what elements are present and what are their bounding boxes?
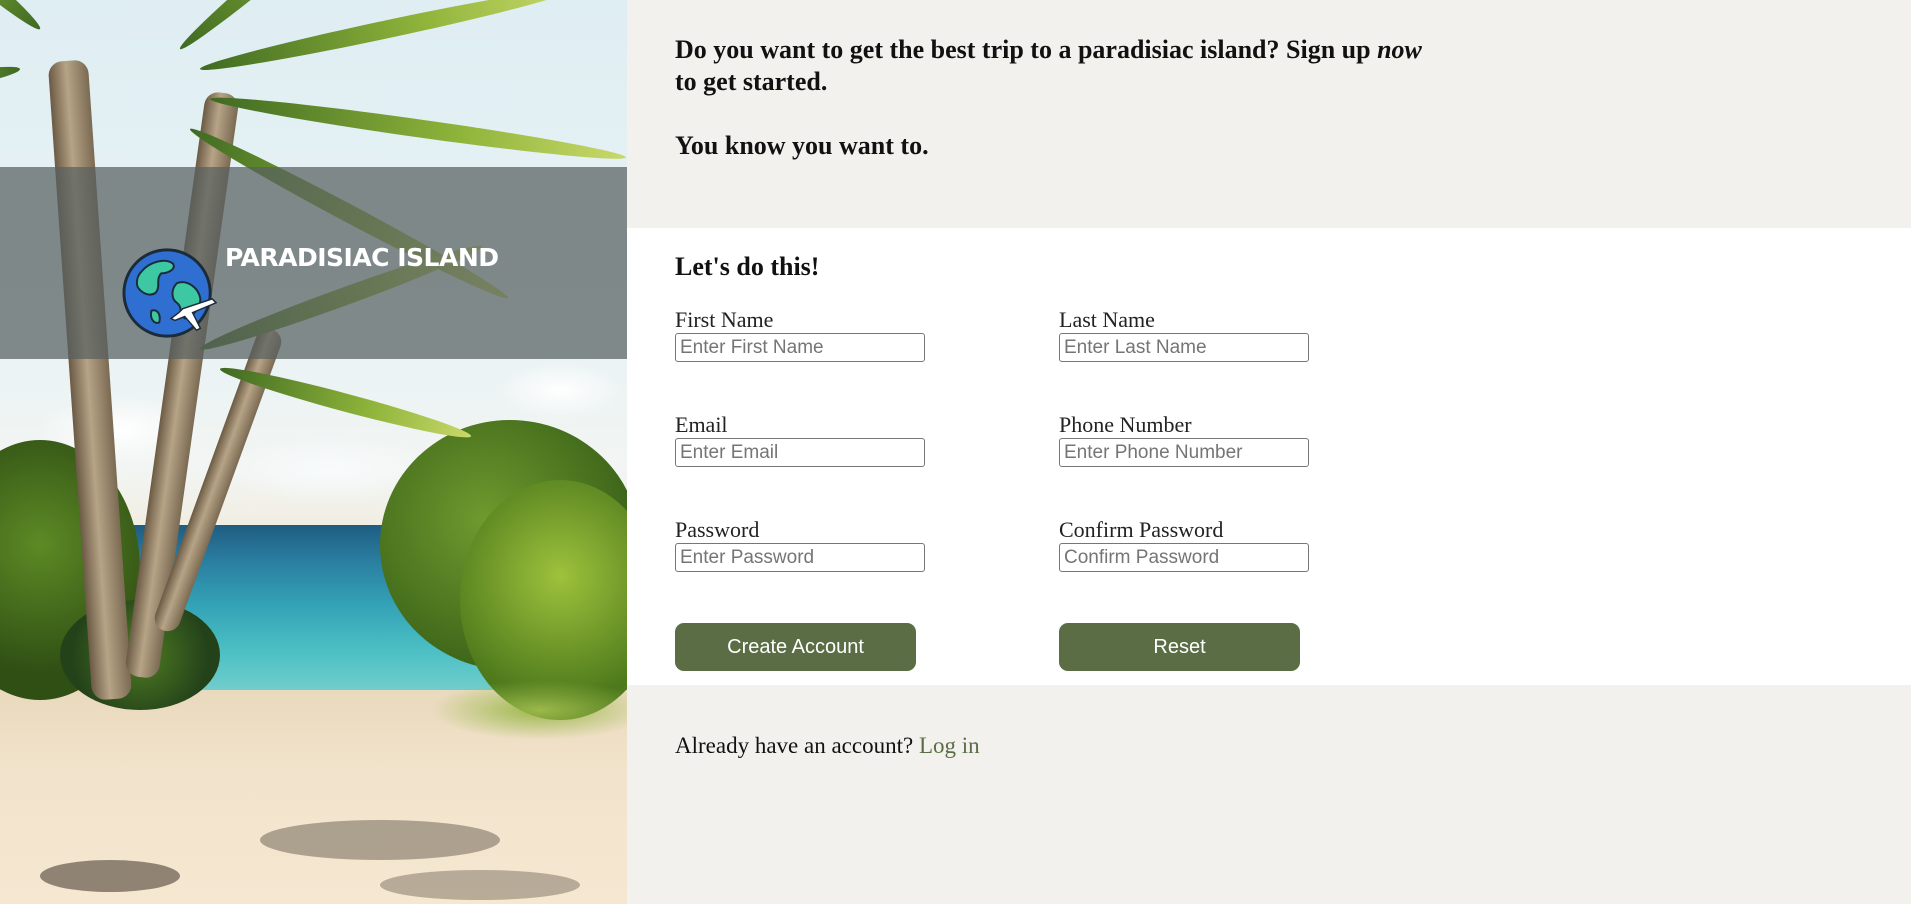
- confirm-password-input[interactable]: [1059, 543, 1309, 572]
- hero-image: PARADISIAC ISLAND: [0, 0, 627, 904]
- palm-frond: [208, 90, 627, 167]
- confirm-password-group: Confirm Password: [1059, 518, 1309, 572]
- first-name-group: First Name: [675, 308, 925, 362]
- phone-input[interactable]: [1059, 438, 1309, 467]
- login-prompt-text: Already have an account?: [675, 733, 914, 758]
- main-content: Do you want to get the best trip to a pa…: [627, 0, 1911, 904]
- email-group: Email: [675, 413, 925, 467]
- signup-form: Let's do this! First Name Last Name Emai…: [627, 228, 1911, 685]
- email-label: Email: [675, 412, 728, 437]
- reset-button[interactable]: Reset: [1059, 623, 1300, 671]
- last-name-input[interactable]: [1059, 333, 1309, 362]
- sand-shadow: [380, 870, 580, 900]
- globe-airplane-icon: [122, 248, 218, 338]
- phone-group: Phone Number: [1059, 413, 1309, 467]
- sand-shadow: [40, 860, 180, 892]
- intro-headline-start: Do you want to get the best trip to a pa…: [675, 35, 1378, 64]
- form-title: Let's do this!: [675, 252, 820, 281]
- confirm-password-label: Confirm Password: [1059, 517, 1224, 542]
- login-link[interactable]: Log in: [919, 733, 980, 758]
- first-name-input[interactable]: [675, 333, 925, 362]
- palm-frond: [0, 0, 46, 36]
- phone-label: Phone Number: [1059, 412, 1192, 437]
- create-account-button[interactable]: Create Account: [675, 623, 916, 671]
- password-label: Password: [675, 517, 760, 542]
- login-prompt: Already have an account? Log in: [675, 733, 980, 759]
- intro-emphasis: now: [1377, 35, 1422, 64]
- password-group: Password: [675, 518, 925, 572]
- intro-headline: Do you want to get the best trip to a pa…: [675, 34, 1435, 98]
- email-input[interactable]: [675, 438, 925, 467]
- intro-text: Do you want to get the best trip to a pa…: [675, 34, 1435, 162]
- intro-headline-end: to get started.: [675, 67, 828, 96]
- intro-tagline: You know you want to.: [675, 131, 929, 160]
- password-input[interactable]: [675, 543, 925, 572]
- palm-frond: [0, 60, 22, 113]
- last-name-label: Last Name: [1059, 307, 1155, 332]
- last-name-group: Last Name: [1059, 308, 1309, 362]
- palm-frond: [198, 0, 574, 78]
- brand-name: PARADISIAC ISLAND: [225, 243, 499, 272]
- first-name-label: First Name: [675, 307, 774, 332]
- sand-shadow: [260, 820, 500, 860]
